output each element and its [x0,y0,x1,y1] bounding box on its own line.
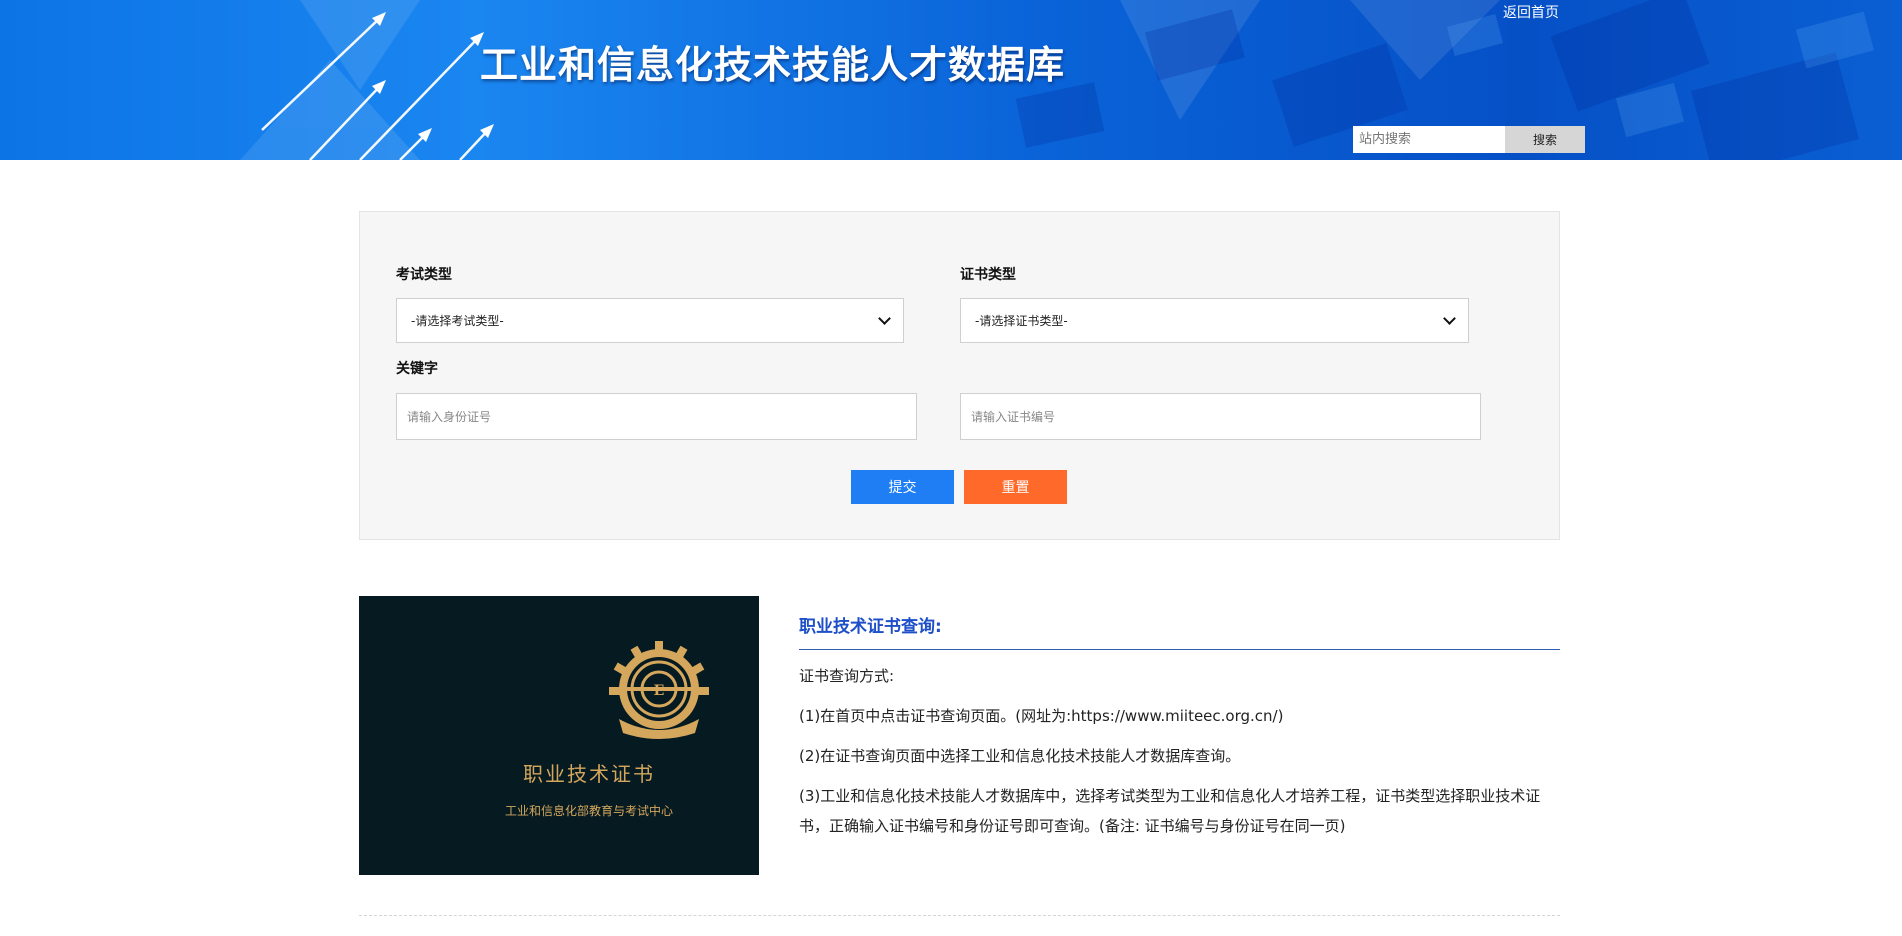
miit-emblem-icon: E [609,641,709,739]
reset-button[interactable]: 重置 [964,470,1067,504]
exam-type-selected: -请选择考试类型- [411,314,504,328]
site-search-input[interactable] [1353,126,1505,153]
exam-type-label: 考试类型 [396,267,452,283]
info-paragraph: (3)工业和信息化技术技能人才数据库中，选择考试类型为工业和信息化人才培养工程，… [799,787,1541,835]
query-panel: 考试类型 -请选择考试类型- 证书类型 -请选择证书类型- 关键字 提交 重置 [359,211,1560,540]
chevron-down-icon [878,312,891,325]
info-title: 职业技术证书查询: [799,612,1560,650]
section-divider [359,915,1560,916]
cert-type-selected: -请选择证书类型- [975,314,1068,328]
submit-button[interactable]: 提交 [851,470,954,504]
certificate-subtitle: 工业和信息化部教育与考试中心 [504,804,673,818]
id-number-input[interactable] [396,393,917,440]
cert-number-input[interactable] [960,393,1481,440]
certificate-title: 职业技术证书 [523,762,655,786]
cert-type-select[interactable]: -请选择证书类型- [960,298,1469,343]
site-search: 搜索 [1353,126,1585,153]
header-banner: 工业和信息化技术技能人才数据库 返回首页 搜索 [0,0,1902,160]
home-link[interactable]: 返回首页 [1503,2,1559,22]
site-title: 工业和信息化技术技能人才数据库 [480,43,1066,87]
exam-type-select[interactable]: -请选择考试类型- [396,298,904,343]
info-paragraph: 证书查询方式: [799,667,895,685]
info-paragraph: (2)在证书查询页面中选择工业和信息化技术技能人才数据库查询。 [799,747,1241,765]
info-paragraph: (1)在首页中点击证书查询页面。(网址为:https://www.miiteec… [799,707,1284,725]
keyword-label: 关键字 [396,361,438,377]
info-section: 职业技术证书查询: 证书查询方式: (1)在首页中点击证书查询页面。(网址为:h… [799,612,1560,841]
certificate-image: E 职业技术证书 工业和信息化部教育与考试中心 [359,596,759,875]
svg-text:E: E [654,683,665,699]
site-search-button[interactable]: 搜索 [1505,126,1585,153]
chevron-down-icon [1443,312,1456,325]
cert-type-label: 证书类型 [960,267,1016,283]
